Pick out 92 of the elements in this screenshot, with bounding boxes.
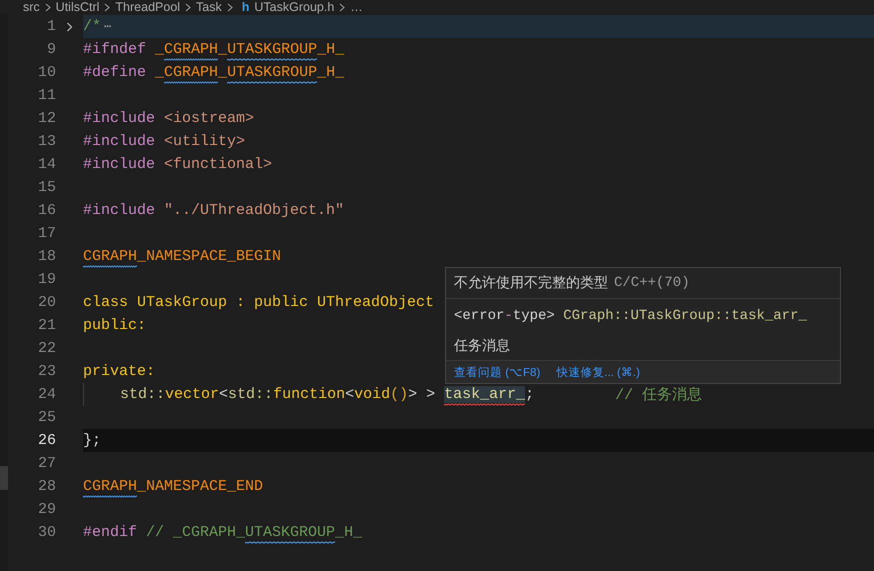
line-number: 15 xyxy=(36,179,56,196)
line-number: 28 xyxy=(36,478,56,495)
code-token: std:: xyxy=(120,386,166,403)
line-number: 22 xyxy=(36,340,56,357)
code-token: _NAMESPACE_END xyxy=(137,478,264,495)
breadcrumb-item[interactable]: UTaskGroup.h xyxy=(254,0,334,15)
action-link[interactable]: 快速修复... (⌘.) xyxy=(556,364,640,380)
code-token: - xyxy=(504,308,513,324)
code-token: // _CGRAPH_ xyxy=(146,524,246,541)
code-token: task_arr_ xyxy=(444,386,526,403)
line-number: 24 xyxy=(36,386,56,403)
code-token: UTASKGROUP xyxy=(227,64,318,81)
code-token: // 任务消息 xyxy=(615,387,702,404)
code-token: > > xyxy=(408,386,436,403)
breadcrumb-item[interactable]: UtilsCtrl xyxy=(56,0,100,15)
chevron-icon[interactable] xyxy=(66,22,73,32)
code-token: UTASKGROUP xyxy=(245,524,336,541)
code-token: "../UThreadObject.h" xyxy=(164,202,344,219)
line-number: 12 xyxy=(36,110,56,127)
code-token: _ xyxy=(155,64,164,81)
header-file-icon: h xyxy=(242,0,250,15)
code-token: function xyxy=(273,386,346,403)
code-token: #include xyxy=(83,133,156,150)
code-token: <utility> xyxy=(164,133,246,150)
scroll-marker xyxy=(0,466,8,490)
code-token: ; xyxy=(525,386,536,403)
line-number: 18 xyxy=(36,248,56,265)
code-token: #ifndef xyxy=(83,41,148,58)
chevron-icon xyxy=(104,3,110,12)
code-token: #include xyxy=(83,202,156,219)
line-number: 16 xyxy=(36,202,56,219)
code-token: < xyxy=(219,386,228,403)
code-token: class UTaskGroup : public UThreadObject xyxy=(83,294,434,311)
code-token: std:: xyxy=(228,386,274,403)
line-number: 17 xyxy=(36,225,56,242)
code-token: CGRAPH xyxy=(164,41,218,58)
line-number: 13 xyxy=(36,133,56,150)
code-token: }; xyxy=(83,432,102,449)
code-token: vector xyxy=(165,386,220,403)
line-number: 21 xyxy=(36,317,56,334)
breadcrumb-item[interactable]: ThreadPool xyxy=(115,0,180,15)
error-message: 不允许使用不完整的类型 xyxy=(454,274,608,292)
error-code: C/C++(70) xyxy=(614,275,690,291)
line-number: 14 xyxy=(36,156,56,173)
line-number: 27 xyxy=(36,455,56,472)
code-token: void xyxy=(354,386,390,403)
breadcrumb-item[interactable]: … xyxy=(350,0,363,15)
code-token: () xyxy=(390,386,408,403)
description-text: 任务消息 xyxy=(454,337,510,355)
line-number: 19 xyxy=(36,271,56,288)
line-number: 23 xyxy=(36,363,56,380)
code-token: type> xyxy=(512,308,556,324)
code-token: public: xyxy=(83,317,146,334)
code-token: _ xyxy=(218,64,228,81)
code-token: #include xyxy=(83,110,156,127)
code-token: <functional> xyxy=(164,156,272,173)
code-token: _ xyxy=(155,41,164,58)
chevron-icon xyxy=(226,3,233,12)
chevron-icon xyxy=(44,3,51,12)
code-token: CGRAPH xyxy=(164,64,218,81)
code-token: CGraph::UTaskGroup::task_arr_ xyxy=(563,308,807,324)
folded-marker[interactable]: ⋯ xyxy=(104,19,112,34)
code-token: #include xyxy=(83,156,156,173)
code-token: < xyxy=(345,386,354,403)
code-token: #define xyxy=(83,64,148,81)
code-token: _H_ xyxy=(317,41,344,58)
code-token: /* xyxy=(83,18,102,35)
code-token: _NAMESPACE_BEGIN xyxy=(137,248,282,265)
code-token: <error xyxy=(454,308,504,324)
code-token: CGRAPH xyxy=(83,478,138,495)
line-number: 10 xyxy=(36,64,56,81)
code-token: CGRAPH xyxy=(83,248,138,265)
code-token: UTASKGROUP xyxy=(227,41,318,58)
line-number: 9 xyxy=(46,41,56,58)
chevron-icon xyxy=(185,3,192,12)
line-number: 1 xyxy=(46,18,56,35)
line-number: 30 xyxy=(36,524,56,541)
breadcrumb-item[interactable]: src xyxy=(23,0,40,15)
line-number: 11 xyxy=(36,87,56,104)
action-link[interactable]: 查看问题 (⌥F8) xyxy=(454,364,540,380)
line-number: 20 xyxy=(36,294,56,311)
line-number: 26 xyxy=(36,432,56,449)
code-token: <iostream> xyxy=(164,110,254,127)
line-number: 29 xyxy=(36,501,56,518)
line-number: 25 xyxy=(36,409,56,426)
code-token: private: xyxy=(83,363,156,380)
code-token: #endif xyxy=(83,524,138,541)
breadcrumb-item[interactable]: Task xyxy=(196,0,222,15)
code-token: _H_ xyxy=(335,524,362,541)
chevron-icon xyxy=(339,3,346,12)
code-token: _H_ xyxy=(317,64,344,81)
code-token: _ xyxy=(218,41,228,58)
